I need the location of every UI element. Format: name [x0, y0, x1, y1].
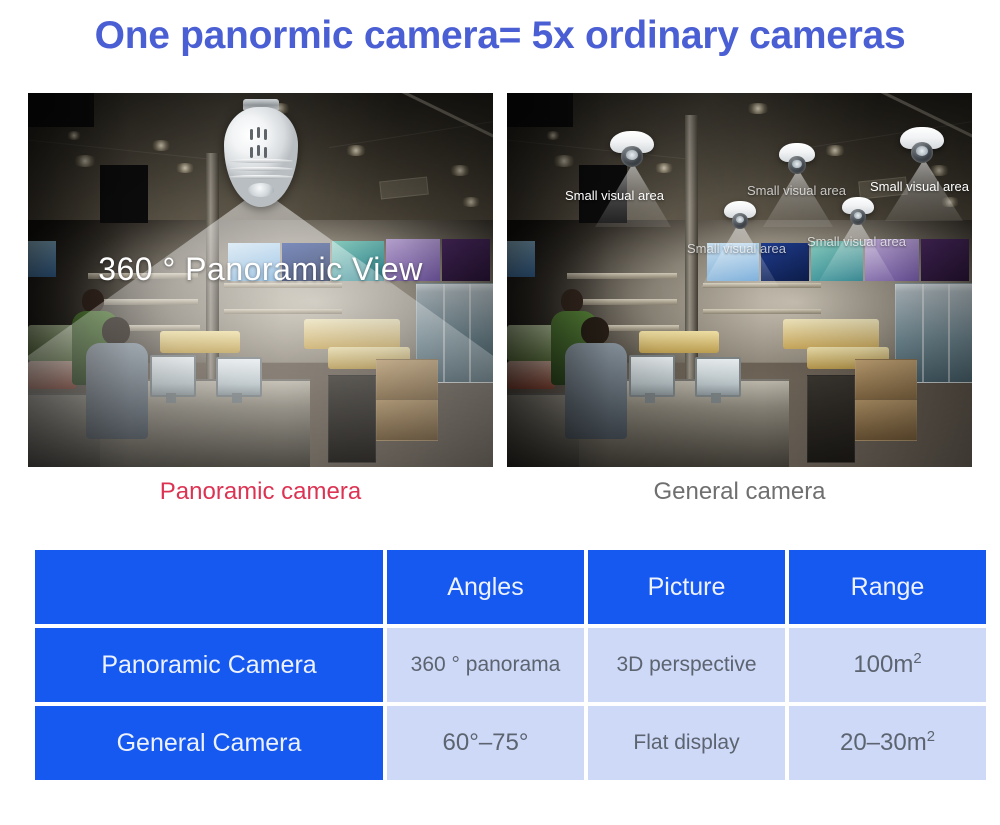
caption-panoramic-camera: Panoramic camera — [159, 478, 362, 505]
person-customer — [86, 317, 148, 439]
pos-monitor — [216, 357, 262, 397]
table-header-range: Range — [789, 550, 986, 624]
cell-panoramic-picture: 3D perspective — [588, 628, 785, 702]
cell-general-angles: 60°–75° — [387, 706, 584, 780]
ceiling-downlight — [823, 145, 847, 156]
pos-monitor — [150, 355, 196, 397]
cell-panoramic-range: 100m2 — [789, 628, 986, 702]
shelf — [703, 309, 821, 314]
ceiling-downlight — [150, 140, 172, 151]
cell-general-range-value: 20–30m — [839, 729, 927, 756]
dome-camera-2 — [779, 143, 815, 179]
ceiling-downlight — [545, 131, 561, 140]
shelf — [703, 283, 821, 288]
table-row: General Camera 60°–75° Flat display 20–3… — [35, 706, 986, 780]
dome-camera-4 — [724, 201, 756, 233]
produce-display — [507, 361, 555, 389]
table-header-angles: Angles — [387, 550, 584, 624]
small-visual-area-label-2: Small visual area — [747, 183, 846, 198]
small-visual-area-label-1: Small visual area — [565, 188, 664, 203]
pos-monitor — [629, 355, 675, 397]
bulb-fisheye-lens — [248, 183, 274, 197]
ceiling-downlight — [551, 155, 577, 167]
produce-display — [304, 319, 400, 349]
dome-camera-5 — [842, 197, 874, 229]
ceiling-downlight — [939, 197, 961, 207]
cell-panoramic-range-sup: 2 — [913, 651, 922, 667]
ceiling-downlight — [448, 165, 472, 176]
ceiling-downlight — [653, 163, 675, 173]
pos-monitor — [695, 357, 741, 397]
dome-camera-1 — [610, 131, 654, 173]
general-camera-photo: Small visual area Small visual area Smal… — [507, 93, 972, 467]
cell-panoramic-range-value: 100m — [853, 651, 914, 678]
stacked-crates — [807, 375, 855, 463]
comparison-table: Angles Picture Range Panoramic Camera 36… — [31, 546, 990, 784]
table-header-picture: Picture — [588, 550, 785, 624]
cell-panoramic-angles: 360 ° panorama — [387, 628, 584, 702]
produce-display — [28, 361, 76, 389]
ceiling-dark-panel — [28, 93, 94, 127]
ceiling-downlight — [460, 197, 482, 207]
pos-monitor-stand — [645, 393, 655, 403]
ceiling-downlight — [344, 145, 368, 156]
table-row: Panoramic Camera 360 ° panorama 3D persp… — [35, 628, 986, 702]
panoramic-bulb-camera — [224, 99, 298, 209]
table-header-blank — [35, 550, 383, 624]
produce-display — [160, 331, 240, 353]
small-visual-area-label-3: Small visual area — [870, 179, 969, 194]
overlay-360-text: 360 ° Panoramic View — [98, 251, 423, 287]
cardboard-boxes — [376, 399, 438, 441]
cell-general-picture: Flat display — [588, 706, 785, 780]
wall-sign-black — [100, 165, 148, 223]
ceiling-dark-panel — [507, 93, 573, 127]
pos-monitor-stand — [166, 393, 176, 403]
ceiling-downlight — [174, 163, 196, 173]
dome-camera-3 — [900, 127, 944, 169]
panoramic-camera-photo: 360 ° Panoramic View — [28, 93, 493, 467]
stacked-crates — [328, 375, 376, 463]
ceiling-downlight — [72, 155, 98, 167]
small-visual-area-label-5: Small visual area — [807, 234, 906, 249]
ceiling-downlight — [66, 131, 82, 140]
comparison-images: 360 ° Panoramic View Small visual area S… — [28, 93, 972, 467]
ceiling-downlight — [745, 103, 771, 114]
shelf — [224, 309, 342, 314]
caption-general-camera: General camera — [653, 478, 826, 505]
pos-monitor-stand — [711, 393, 721, 403]
small-visual-area-label-4: Small visual area — [687, 241, 786, 256]
person-customer — [565, 317, 627, 439]
table-header-row: Angles Picture Range — [35, 550, 986, 624]
poster — [921, 239, 969, 281]
produce-display — [783, 319, 879, 349]
cardboard-boxes — [855, 399, 917, 441]
row-label-panoramic-camera: Panoramic Camera — [35, 628, 383, 702]
row-label-general-camera: General Camera — [35, 706, 383, 780]
pos-monitor-stand — [232, 393, 242, 403]
wall-screen — [507, 241, 535, 277]
page-title: One panormic camera= 5x ordinary cameras — [94, 14, 906, 57]
produce-display — [639, 331, 719, 353]
shelf — [567, 273, 677, 279]
cell-general-range-sup: 2 — [926, 729, 935, 745]
cell-general-range: 20–30m2 — [789, 706, 986, 780]
